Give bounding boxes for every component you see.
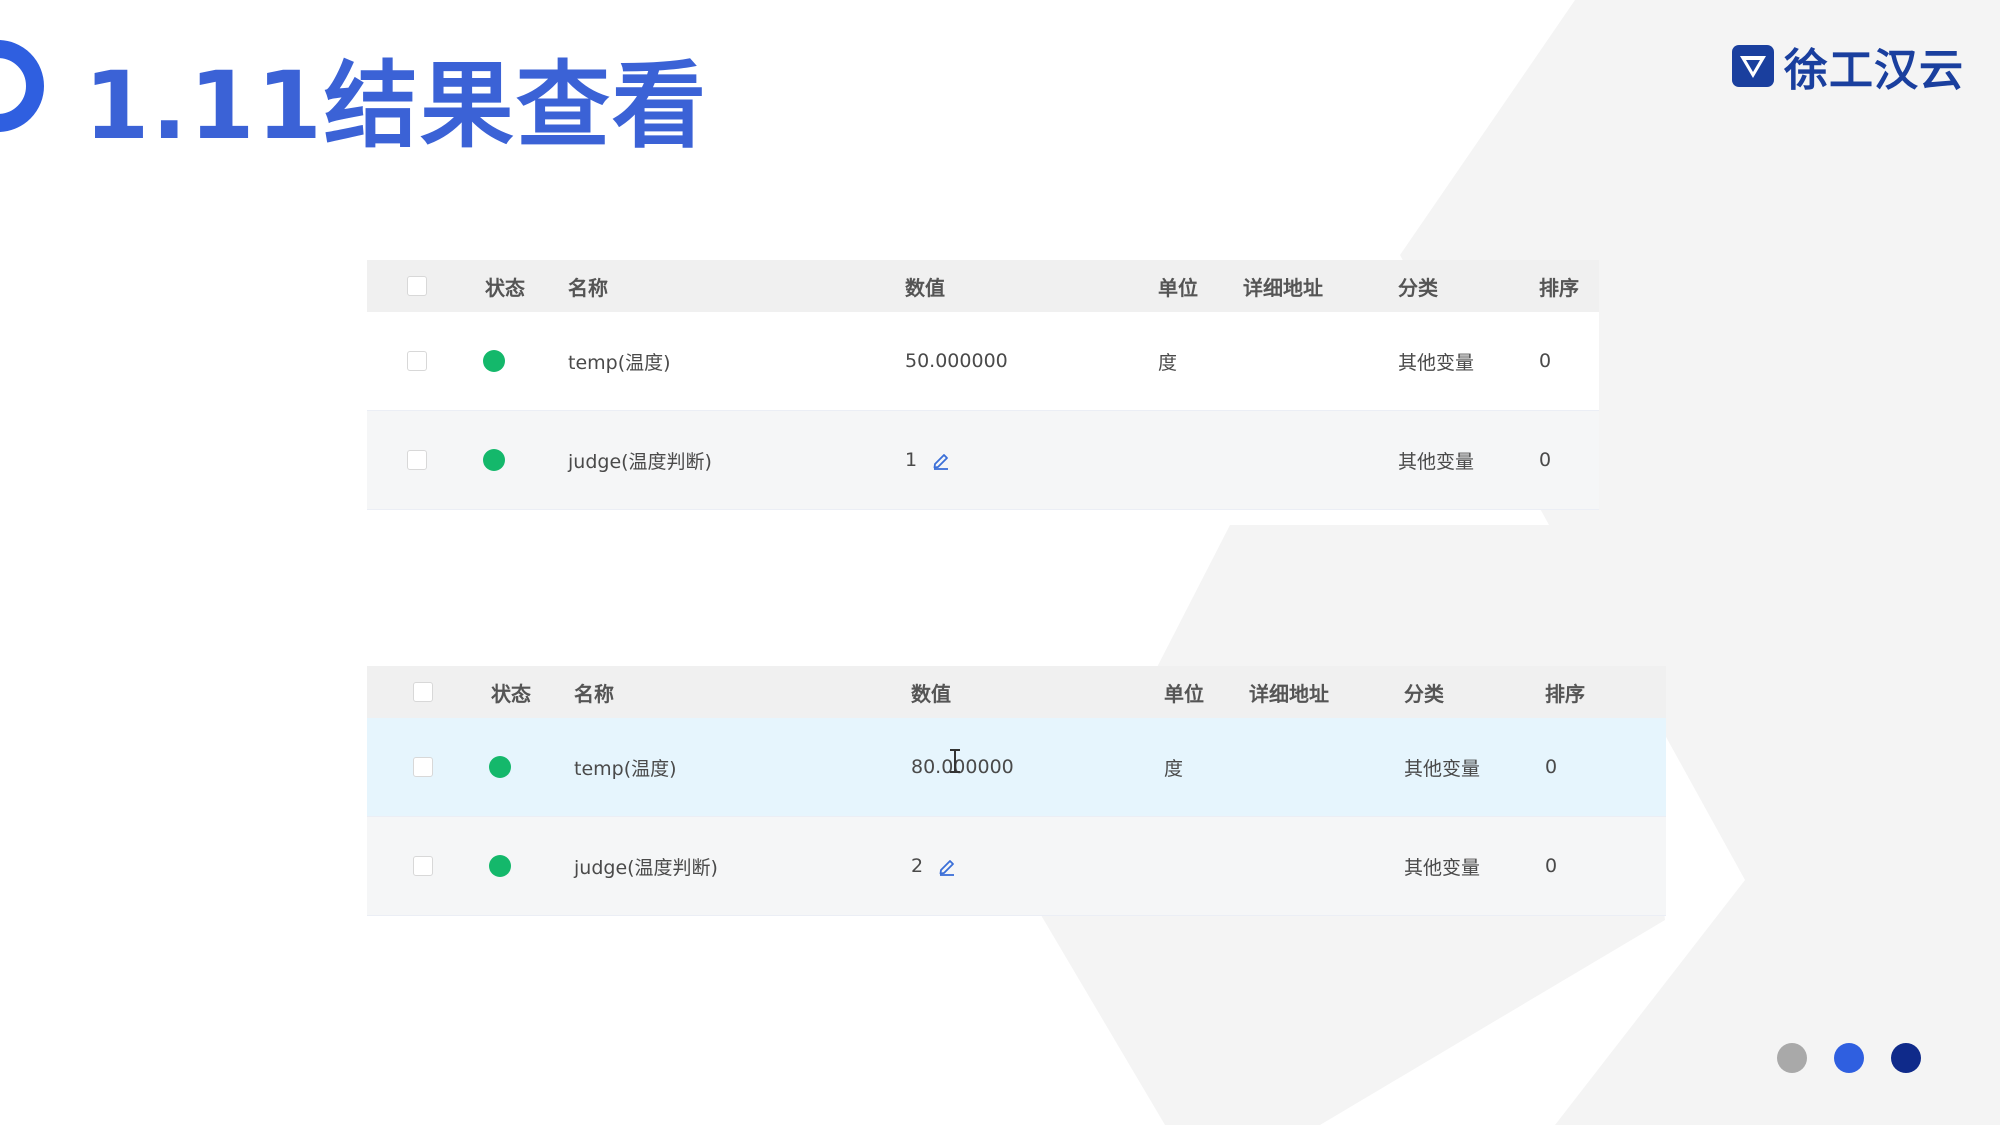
row-unit: 度 <box>1164 757 1184 780</box>
brand-logo-icon <box>1732 45 1774 87</box>
row-unit: 度 <box>1158 351 1178 374</box>
column-value[interactable]: 数值 <box>905 260 945 312</box>
row-category: 其他变量 <box>1404 757 1481 780</box>
row-category: 其他变量 <box>1404 856 1481 879</box>
row-order: 0 <box>1539 350 1552 372</box>
status-dot-icon <box>489 855 511 877</box>
brand-logo: 徐工汉云 <box>1730 34 1964 98</box>
row-value: 1 <box>905 449 918 471</box>
row-value: 80.000000 <box>911 756 1014 778</box>
page-title: 1.11结果查看 <box>84 52 708 161</box>
column-name[interactable]: 名称 <box>568 260 608 312</box>
table-header: 状态 名称 数值 单位 详细地址 分类 排序 <box>367 666 1666 718</box>
table-row[interactable]: judge(温度判断) 1 其他变量 0 <box>367 411 1599 510</box>
pencil-edit-icon[interactable] <box>931 450 951 470</box>
column-category[interactable]: 分类 <box>1398 260 1438 312</box>
status-dot-icon <box>489 756 511 778</box>
row-order: 0 <box>1545 855 1558 877</box>
column-unit[interactable]: 单位 <box>1158 260 1198 312</box>
column-address[interactable]: 详细地址 <box>1243 260 1323 312</box>
select-all-checkbox[interactable] <box>407 276 427 296</box>
brand-name: 徐工汉云 <box>1784 45 1964 96</box>
variable-table-1: 状态 名称 数值 单位 详细地址 分类 排序 temp(温度) 50.00000… <box>367 260 1599 510</box>
row-name: temp(温度) <box>574 757 677 780</box>
table-row[interactable]: temp(温度) 80.000000 度 其他变量 0 <box>367 718 1666 817</box>
table-row[interactable]: judge(温度判断) 2 其他变量 0 <box>367 817 1666 916</box>
select-all-checkbox[interactable] <box>413 682 433 702</box>
page-dot-1[interactable] <box>1777 1043 1807 1073</box>
row-value: 2 <box>911 855 924 877</box>
column-category[interactable]: 分类 <box>1404 666 1444 718</box>
row-category: 其他变量 <box>1398 351 1475 374</box>
row-checkbox[interactable] <box>407 450 427 470</box>
pagination-dots <box>1777 1043 1921 1073</box>
column-status[interactable]: 状态 <box>485 260 525 312</box>
background-shapes <box>1035 0 2000 1125</box>
variable-table-2: 状态 名称 数值 单位 详细地址 分类 排序 temp(温度) 80.00000… <box>367 666 1666 916</box>
row-checkbox[interactable] <box>413 757 433 777</box>
column-unit[interactable]: 单位 <box>1164 666 1204 718</box>
row-value: 50.000000 <box>905 350 1008 372</box>
column-address[interactable]: 详细地址 <box>1249 666 1329 718</box>
row-category: 其他变量 <box>1398 450 1475 473</box>
text-cursor-icon <box>950 749 960 773</box>
row-name: judge(温度判断) <box>574 856 718 879</box>
table-row[interactable]: temp(温度) 50.000000 度 其他变量 0 <box>367 312 1599 411</box>
row-order: 0 <box>1545 756 1558 778</box>
row-name: judge(温度判断) <box>568 450 712 473</box>
pencil-edit-icon[interactable] <box>937 856 957 876</box>
column-order[interactable]: 排序 <box>1539 260 1579 312</box>
column-value[interactable]: 数值 <box>911 666 951 718</box>
page-dot-3-active[interactable] <box>1891 1043 1921 1073</box>
table-header: 状态 名称 数值 单位 详细地址 分类 排序 <box>367 260 1599 312</box>
row-checkbox[interactable] <box>413 856 433 876</box>
column-status[interactable]: 状态 <box>491 666 531 718</box>
column-order[interactable]: 排序 <box>1545 666 1585 718</box>
row-name: temp(温度) <box>568 351 671 374</box>
status-dot-icon <box>483 350 505 372</box>
page-dot-2[interactable] <box>1834 1043 1864 1073</box>
row-checkbox[interactable] <box>407 351 427 371</box>
status-dot-icon <box>483 449 505 471</box>
row-order: 0 <box>1539 449 1552 471</box>
column-name[interactable]: 名称 <box>574 666 614 718</box>
